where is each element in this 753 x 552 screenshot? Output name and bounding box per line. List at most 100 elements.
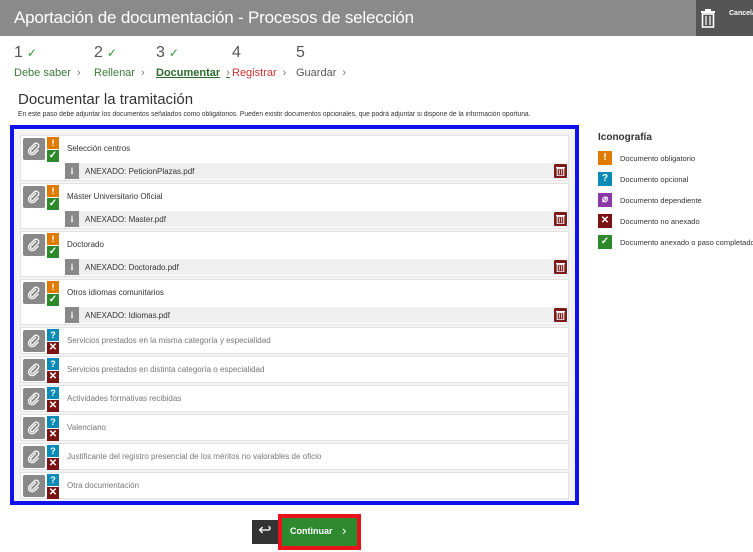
step-number: 2 bbox=[94, 44, 103, 61]
optional-icon: ? bbox=[47, 358, 59, 370]
document-row: ? ✕ Servicios prestados en la misma cate… bbox=[20, 327, 569, 354]
legend-item: ✕ Documento no anexado bbox=[598, 214, 753, 234]
paperclip-icon bbox=[27, 190, 40, 204]
document-name: Otra documentación bbox=[67, 481, 140, 490]
document-row: ? ✕ Servicios prestados en distinta cate… bbox=[20, 356, 569, 383]
trash-icon bbox=[556, 263, 565, 272]
optional-icon: ? bbox=[47, 445, 59, 457]
step-number: 1 bbox=[14, 44, 23, 61]
back-button[interactable]: ↩ bbox=[252, 520, 278, 544]
attached-icon: ✓ bbox=[598, 235, 612, 249]
optional-icon: ? bbox=[598, 172, 612, 186]
chevron-right-icon: › bbox=[140, 67, 145, 79]
step-rellenar[interactable]: 2 ✓ Rellenar › bbox=[94, 44, 145, 80]
document-row: ? ✕ Justificante del registro presencial… bbox=[20, 443, 569, 470]
document-name: Justificante del registro presencial de … bbox=[67, 452, 322, 461]
document-row: ! ✓ Selección centros i ANEXADO: Peticio… bbox=[20, 135, 569, 181]
attachment-row: i ANEXADO: PeticionPlazas.pdf bbox=[65, 163, 562, 179]
mandatory-icon: ! bbox=[47, 281, 59, 293]
step-number: 4 bbox=[232, 44, 241, 61]
attachment-name: ANEXADO: Idiomas.pdf bbox=[85, 311, 170, 320]
progress-steps: 1 ✓ Debe saber › 2 ✓ Rellenar › 3 ✓ Documenta… bbox=[14, 45, 574, 85]
mandatory-icon: ! bbox=[47, 137, 59, 149]
paperclip-icon bbox=[27, 421, 40, 435]
section-description: En este paso debe adjuntar los documento… bbox=[18, 111, 531, 118]
attach-button[interactable] bbox=[23, 388, 45, 410]
attachment-name: ANEXADO: Master.pdf bbox=[85, 215, 166, 224]
attachment-row: i ANEXADO: Master.pdf bbox=[65, 211, 562, 227]
document-row: ! ✓ Doctorado i ANEXADO: Doctorado.pdf bbox=[20, 231, 569, 277]
legend-item: ? Documento opcional bbox=[598, 172, 753, 192]
step-registrar[interactable]: 4 Registrar › bbox=[232, 44, 286, 80]
continue-label: Continuar bbox=[290, 526, 333, 536]
legend-item: ✓ Documento anexado o paso completado bbox=[598, 235, 753, 255]
info-icon[interactable]: i bbox=[65, 163, 79, 179]
step-documentar[interactable]: 3 ✓ Documentar › bbox=[156, 45, 230, 80]
dependent-icon: ⌀ bbox=[598, 193, 612, 207]
step-label: Rellenar bbox=[94, 67, 135, 79]
document-row: ? ✕ Actividades formativas recibidas bbox=[20, 385, 569, 412]
info-icon[interactable]: i bbox=[65, 307, 79, 323]
continue-button[interactable]: Continuar › bbox=[282, 518, 357, 546]
attach-button[interactable] bbox=[23, 446, 45, 468]
cancel-request-button[interactable]: Cancelar solicitud bbox=[696, 0, 753, 36]
attached-check-icon: ✓ bbox=[47, 246, 59, 258]
not-attached-icon: ✕ bbox=[47, 400, 59, 412]
mandatory-icon: ! bbox=[47, 233, 59, 245]
delete-attachment-button[interactable] bbox=[554, 308, 567, 322]
paperclip-icon bbox=[27, 142, 40, 156]
attached-check-icon: ✓ bbox=[47, 294, 59, 306]
attach-button[interactable] bbox=[23, 330, 45, 352]
attachment-name: ANEXADO: Doctorado.pdf bbox=[85, 263, 179, 272]
info-icon[interactable]: i bbox=[65, 211, 79, 227]
document-name: Valenciano bbox=[67, 423, 106, 432]
not-attached-icon: ✕ bbox=[47, 429, 59, 441]
document-row: ! ✓ Otros idiomas comunitarios i ANEXADO… bbox=[20, 279, 569, 325]
step-label: Registrar bbox=[232, 67, 277, 79]
mandatory-icon: ! bbox=[47, 185, 59, 197]
iconography-legend: Iconografía ! Documento obligatorio ? Do… bbox=[598, 132, 753, 256]
paperclip-icon bbox=[27, 363, 40, 377]
trash-icon bbox=[556, 311, 565, 320]
delete-attachment-button[interactable] bbox=[554, 212, 567, 226]
legend-label: Documento anexado o paso completado bbox=[620, 238, 753, 247]
legend-item: ! Documento obligatorio bbox=[598, 151, 753, 171]
legend-label: Documento obligatorio bbox=[620, 154, 696, 163]
optional-icon: ? bbox=[47, 387, 59, 399]
chevron-right-icon: › bbox=[342, 67, 347, 79]
step-label: Documentar bbox=[156, 67, 221, 79]
document-name: Servicios prestados en la misma categorí… bbox=[67, 336, 271, 345]
delete-attachment-button[interactable] bbox=[554, 164, 567, 178]
header-bar: Aportación de documentación - Procesos d… bbox=[0, 0, 753, 36]
attachment-row: i ANEXADO: Doctorado.pdf bbox=[65, 259, 562, 275]
step-guardar[interactable]: 5 Guardar › bbox=[296, 45, 347, 80]
attach-button[interactable] bbox=[23, 138, 45, 160]
paperclip-icon bbox=[27, 392, 40, 406]
step-debe-saber[interactable]: 1 ✓ Debe saber › bbox=[14, 44, 81, 80]
check-icon: ✓ bbox=[168, 46, 179, 60]
document-name: Otros idiomas comunitarios bbox=[67, 288, 164, 297]
attach-button[interactable] bbox=[23, 186, 45, 208]
trash-icon bbox=[556, 167, 565, 176]
paperclip-icon bbox=[27, 238, 40, 252]
legend-title: Iconografía bbox=[598, 132, 652, 143]
chevron-right-icon: › bbox=[226, 67, 230, 79]
not-attached-icon: ✕ bbox=[47, 371, 59, 383]
paperclip-icon bbox=[27, 286, 40, 300]
attach-button[interactable] bbox=[23, 234, 45, 256]
document-name: Selección centros bbox=[67, 144, 131, 153]
attached-check-icon: ✓ bbox=[47, 198, 59, 210]
attach-button[interactable] bbox=[23, 417, 45, 439]
attached-check-icon: ✓ bbox=[47, 150, 59, 162]
attach-button[interactable] bbox=[23, 475, 45, 497]
paperclip-icon bbox=[27, 450, 40, 464]
document-name: Servicios prestados en distinta categorí… bbox=[67, 365, 265, 374]
not-attached-icon: ✕ bbox=[47, 458, 59, 470]
info-icon[interactable]: i bbox=[65, 259, 79, 275]
delete-attachment-button[interactable] bbox=[554, 260, 567, 274]
attach-button[interactable] bbox=[23, 359, 45, 381]
legend-label: Documento opcional bbox=[620, 175, 689, 184]
document-name: Actividades formativas recibidas bbox=[67, 394, 182, 403]
document-row: ? ✕ Valenciano bbox=[20, 414, 569, 441]
attach-button[interactable] bbox=[23, 282, 45, 304]
